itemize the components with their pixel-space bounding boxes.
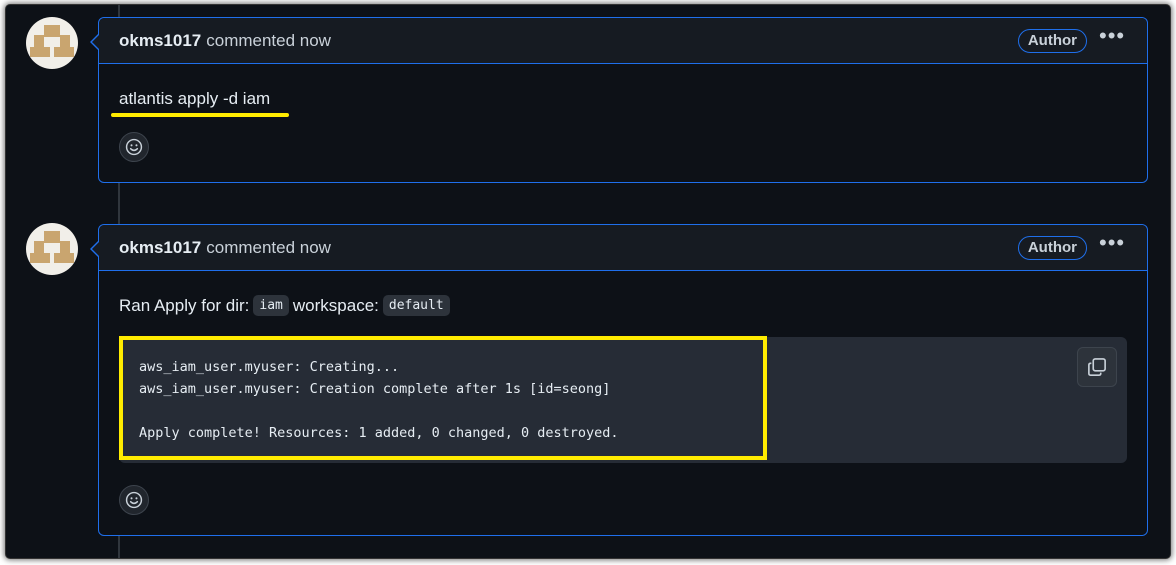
highlight-box xyxy=(119,336,767,460)
copy-button[interactable] xyxy=(1077,347,1117,387)
dir-code: iam xyxy=(253,295,289,316)
smiley-icon xyxy=(125,491,143,509)
comment-timestamp: commented now xyxy=(206,30,331,50)
comment-timestamp: commented now xyxy=(206,237,331,257)
author-badge: Author xyxy=(1017,29,1087,53)
comment-header: okms1017 commented now Author ••• xyxy=(99,225,1147,271)
comment-text: atlantis apply -d iam xyxy=(119,89,271,108)
comment-1: okms1017 commented now Author ••• atlant… xyxy=(90,17,1148,183)
smiley-icon xyxy=(125,138,143,156)
comment-body: Ran Apply for dir: iam workspace: defaul… xyxy=(99,271,1147,316)
pr-conversation-timeline: okms1017 commented now Author ••• atlant… xyxy=(6,5,1170,558)
add-reaction-button[interactable] xyxy=(119,132,149,162)
code-block: aws_iam_user.myuser: Creating... aws_iam… xyxy=(119,336,1127,463)
comment-author[interactable]: okms1017 xyxy=(119,238,201,258)
comment-author[interactable]: okms1017 xyxy=(119,31,201,51)
author-badge: Author xyxy=(1017,236,1087,260)
highlight-underline xyxy=(111,113,289,117)
copy-icon xyxy=(1088,358,1106,376)
kebab-horizontal-icon[interactable]: ••• xyxy=(1099,232,1124,258)
comment-header: okms1017 commented now Author ••• xyxy=(99,18,1147,64)
workspace-code: default xyxy=(382,295,450,316)
add-reaction-button[interactable] xyxy=(119,485,149,515)
avatar[interactable] xyxy=(26,223,78,275)
avatar[interactable] xyxy=(26,17,78,69)
kebab-horizontal-icon[interactable]: ••• xyxy=(1099,25,1124,51)
apply-summary: Ran Apply for dir: iam workspace: defaul… xyxy=(119,271,1127,316)
apply-summary-prefix: Ran Apply for dir: xyxy=(119,295,250,315)
workspace-label: workspace: xyxy=(292,295,379,315)
comment-2: okms1017 commented now Author ••• Ran Ap… xyxy=(90,224,1148,536)
comment-body: atlantis apply -d iam xyxy=(99,64,1147,162)
